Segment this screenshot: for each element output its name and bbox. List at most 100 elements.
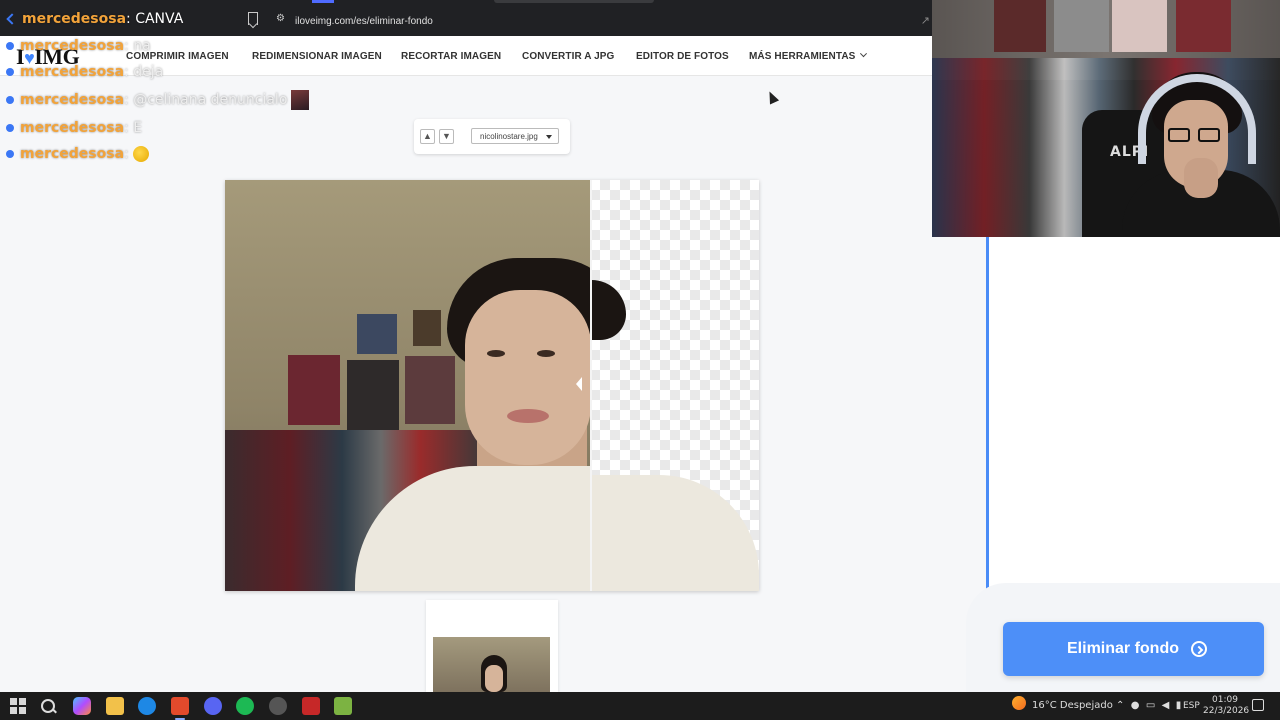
webcam-poster bbox=[1054, 0, 1109, 52]
nav-editor-de-fotos[interactable]: EDITOR DE FOTOS bbox=[636, 51, 729, 62]
nav-mas-herramientas[interactable]: MÁS HERRAMIENTAS bbox=[749, 50, 868, 62]
wall-poster bbox=[405, 356, 455, 424]
chat-message: : CANVA bbox=[126, 11, 184, 27]
minecraft-icon[interactable] bbox=[334, 697, 352, 715]
network-icon[interactable]: ▭ bbox=[1146, 700, 1155, 711]
chat-username: mercedesosa bbox=[20, 38, 125, 54]
webcam-poster bbox=[994, 0, 1046, 52]
chat-badge-icon bbox=[6, 68, 14, 76]
chat-badge-icon bbox=[6, 124, 14, 132]
streamer-hand bbox=[1184, 158, 1218, 198]
chat-username: mercedesosa bbox=[20, 92, 125, 108]
caret-down-icon bbox=[546, 135, 552, 139]
chat-badge-icon bbox=[6, 42, 14, 50]
eye bbox=[487, 350, 505, 357]
previous-image-button[interactable]: ▲ bbox=[420, 129, 435, 144]
clock-time: 01:09 bbox=[1212, 695, 1238, 705]
image-emote-icon bbox=[291, 90, 310, 110]
copilot-icon[interactable] bbox=[73, 697, 91, 715]
chevron-down-icon bbox=[860, 50, 868, 58]
nav-mas-herramientas-label: MÁS HERRAMIENTAS bbox=[749, 51, 856, 62]
search-icon[interactable] bbox=[39, 697, 57, 715]
lips bbox=[507, 409, 549, 423]
comparison-divider[interactable] bbox=[590, 180, 592, 591]
image-thumbnail[interactable] bbox=[433, 637, 550, 692]
address-bar[interactable]: ⚙ iloveimg.com/es/eliminar-fondo ↗ bbox=[244, 9, 932, 33]
chat-line: mercedesosa: na bbox=[6, 38, 151, 54]
discord-icon[interactable] bbox=[204, 697, 222, 715]
windows-start-icon[interactable] bbox=[9, 697, 27, 715]
spotify-icon[interactable] bbox=[236, 697, 254, 715]
webcam-poster bbox=[1112, 0, 1167, 52]
wall-poster bbox=[347, 360, 399, 430]
share-icon[interactable]: ↗ bbox=[921, 14, 930, 27]
arrow-right-circle-icon bbox=[1191, 641, 1207, 657]
chat-message: : @celinana denuncialo bbox=[124, 92, 288, 108]
chat-header: mercedesosa: CANVA bbox=[6, 11, 183, 27]
windows-taskbar: 16°C Despejado ⌃ ● ▭ ◀ ▮ ESP 01:09 22/3/… bbox=[0, 692, 1280, 720]
weather-text: 16°C Despejado bbox=[1032, 700, 1113, 711]
nav-redimensionar-imagen[interactable]: REDIMENSIONAR IMAGEN bbox=[252, 51, 382, 62]
chat-username: mercedesosa bbox=[20, 64, 125, 80]
image-toolbar: ▲ ▼ nicolinostare.jpg bbox=[414, 119, 570, 154]
chat-message: : bbox=[124, 146, 134, 162]
webcam-overlay: ALPI bbox=[932, 0, 1280, 237]
input-language[interactable]: ESP bbox=[1183, 701, 1200, 711]
chat-username: mercedesosa bbox=[22, 11, 127, 27]
file-select[interactable]: nicolinostare.jpg bbox=[471, 128, 559, 144]
wall-poster bbox=[413, 310, 441, 346]
file-explorer-icon[interactable] bbox=[106, 697, 124, 715]
bookmark-icon[interactable] bbox=[248, 12, 258, 25]
nav-convertir-a-jpg[interactable]: CONVERTIR A JPG bbox=[522, 51, 614, 62]
original-photo bbox=[225, 180, 759, 591]
notification-icon[interactable] bbox=[1252, 699, 1264, 711]
obs-icon[interactable] bbox=[269, 697, 287, 715]
chat-username: mercedesosa bbox=[20, 146, 125, 162]
brave-browser-icon[interactable] bbox=[171, 697, 189, 720]
system-tray[interactable]: ⌃ ● ▭ ◀ ▮ bbox=[1116, 700, 1181, 711]
mouse-cursor-icon bbox=[764, 89, 780, 105]
battery-icon[interactable]: ▮ bbox=[1176, 700, 1182, 711]
chat-username: mercedesosa bbox=[20, 120, 125, 136]
panel-border bbox=[986, 237, 989, 612]
edge-icon[interactable] bbox=[138, 697, 156, 715]
microphone-icon[interactable]: ● bbox=[1131, 700, 1140, 711]
back-arrow-icon bbox=[6, 13, 18, 25]
clock-date: 22/3/2026 bbox=[1203, 706, 1250, 716]
chat-message: : na bbox=[124, 38, 151, 54]
slider-handle-icon[interactable] bbox=[576, 377, 582, 391]
eliminar-fondo-button[interactable]: Eliminar fondo bbox=[1003, 622, 1264, 676]
chat-message: : deja bbox=[124, 64, 164, 80]
emoji-icon bbox=[133, 146, 150, 162]
chat-line: mercedesosa: bbox=[6, 146, 150, 162]
nav-recortar-imagen[interactable]: RECORTAR IMAGEN bbox=[401, 51, 501, 62]
image-thumbnail-card[interactable] bbox=[426, 600, 558, 692]
weather-widget[interactable]: 16°C Despejado bbox=[1012, 696, 1113, 711]
chat-line: mercedesosa: E bbox=[6, 120, 142, 136]
app-icon[interactable] bbox=[302, 697, 320, 715]
tray-chevron-up-icon[interactable]: ⌃ bbox=[1116, 700, 1124, 711]
eliminar-fondo-label: Eliminar fondo bbox=[1067, 640, 1179, 657]
volume-icon[interactable]: ◀ bbox=[1162, 700, 1170, 711]
webcam-poster bbox=[1176, 0, 1231, 52]
wall-poster bbox=[357, 314, 397, 354]
chat-line: mercedesosa: @celinana denuncialo bbox=[6, 90, 310, 110]
chat-badge-icon bbox=[6, 150, 14, 158]
next-image-button[interactable]: ▼ bbox=[439, 129, 454, 144]
taskbar-clock[interactable]: 01:09 22/3/2026 bbox=[1203, 695, 1250, 717]
site-settings-icon[interactable]: ⚙ bbox=[276, 13, 285, 24]
active-tab-indicator bbox=[312, 0, 334, 3]
chat-badge-icon bbox=[6, 96, 14, 104]
before-after-viewer[interactable] bbox=[225, 180, 759, 591]
thumbnail-face bbox=[485, 665, 503, 692]
chat-message: : E bbox=[124, 120, 143, 136]
weather-sun-icon bbox=[1012, 696, 1026, 710]
url-text[interactable]: iloveimg.com/es/eliminar-fondo bbox=[295, 16, 433, 27]
eye bbox=[537, 350, 555, 357]
tab-strip[interactable] bbox=[494, 0, 654, 3]
wall-poster bbox=[288, 355, 340, 425]
screen: ⚙ iloveimg.com/es/eliminar-fondo ↗ I♥IMG… bbox=[0, 0, 1280, 720]
face bbox=[465, 290, 591, 465]
chat-line: mercedesosa: deja bbox=[6, 64, 163, 80]
file-select-value: nicolinostare.jpg bbox=[480, 132, 538, 141]
